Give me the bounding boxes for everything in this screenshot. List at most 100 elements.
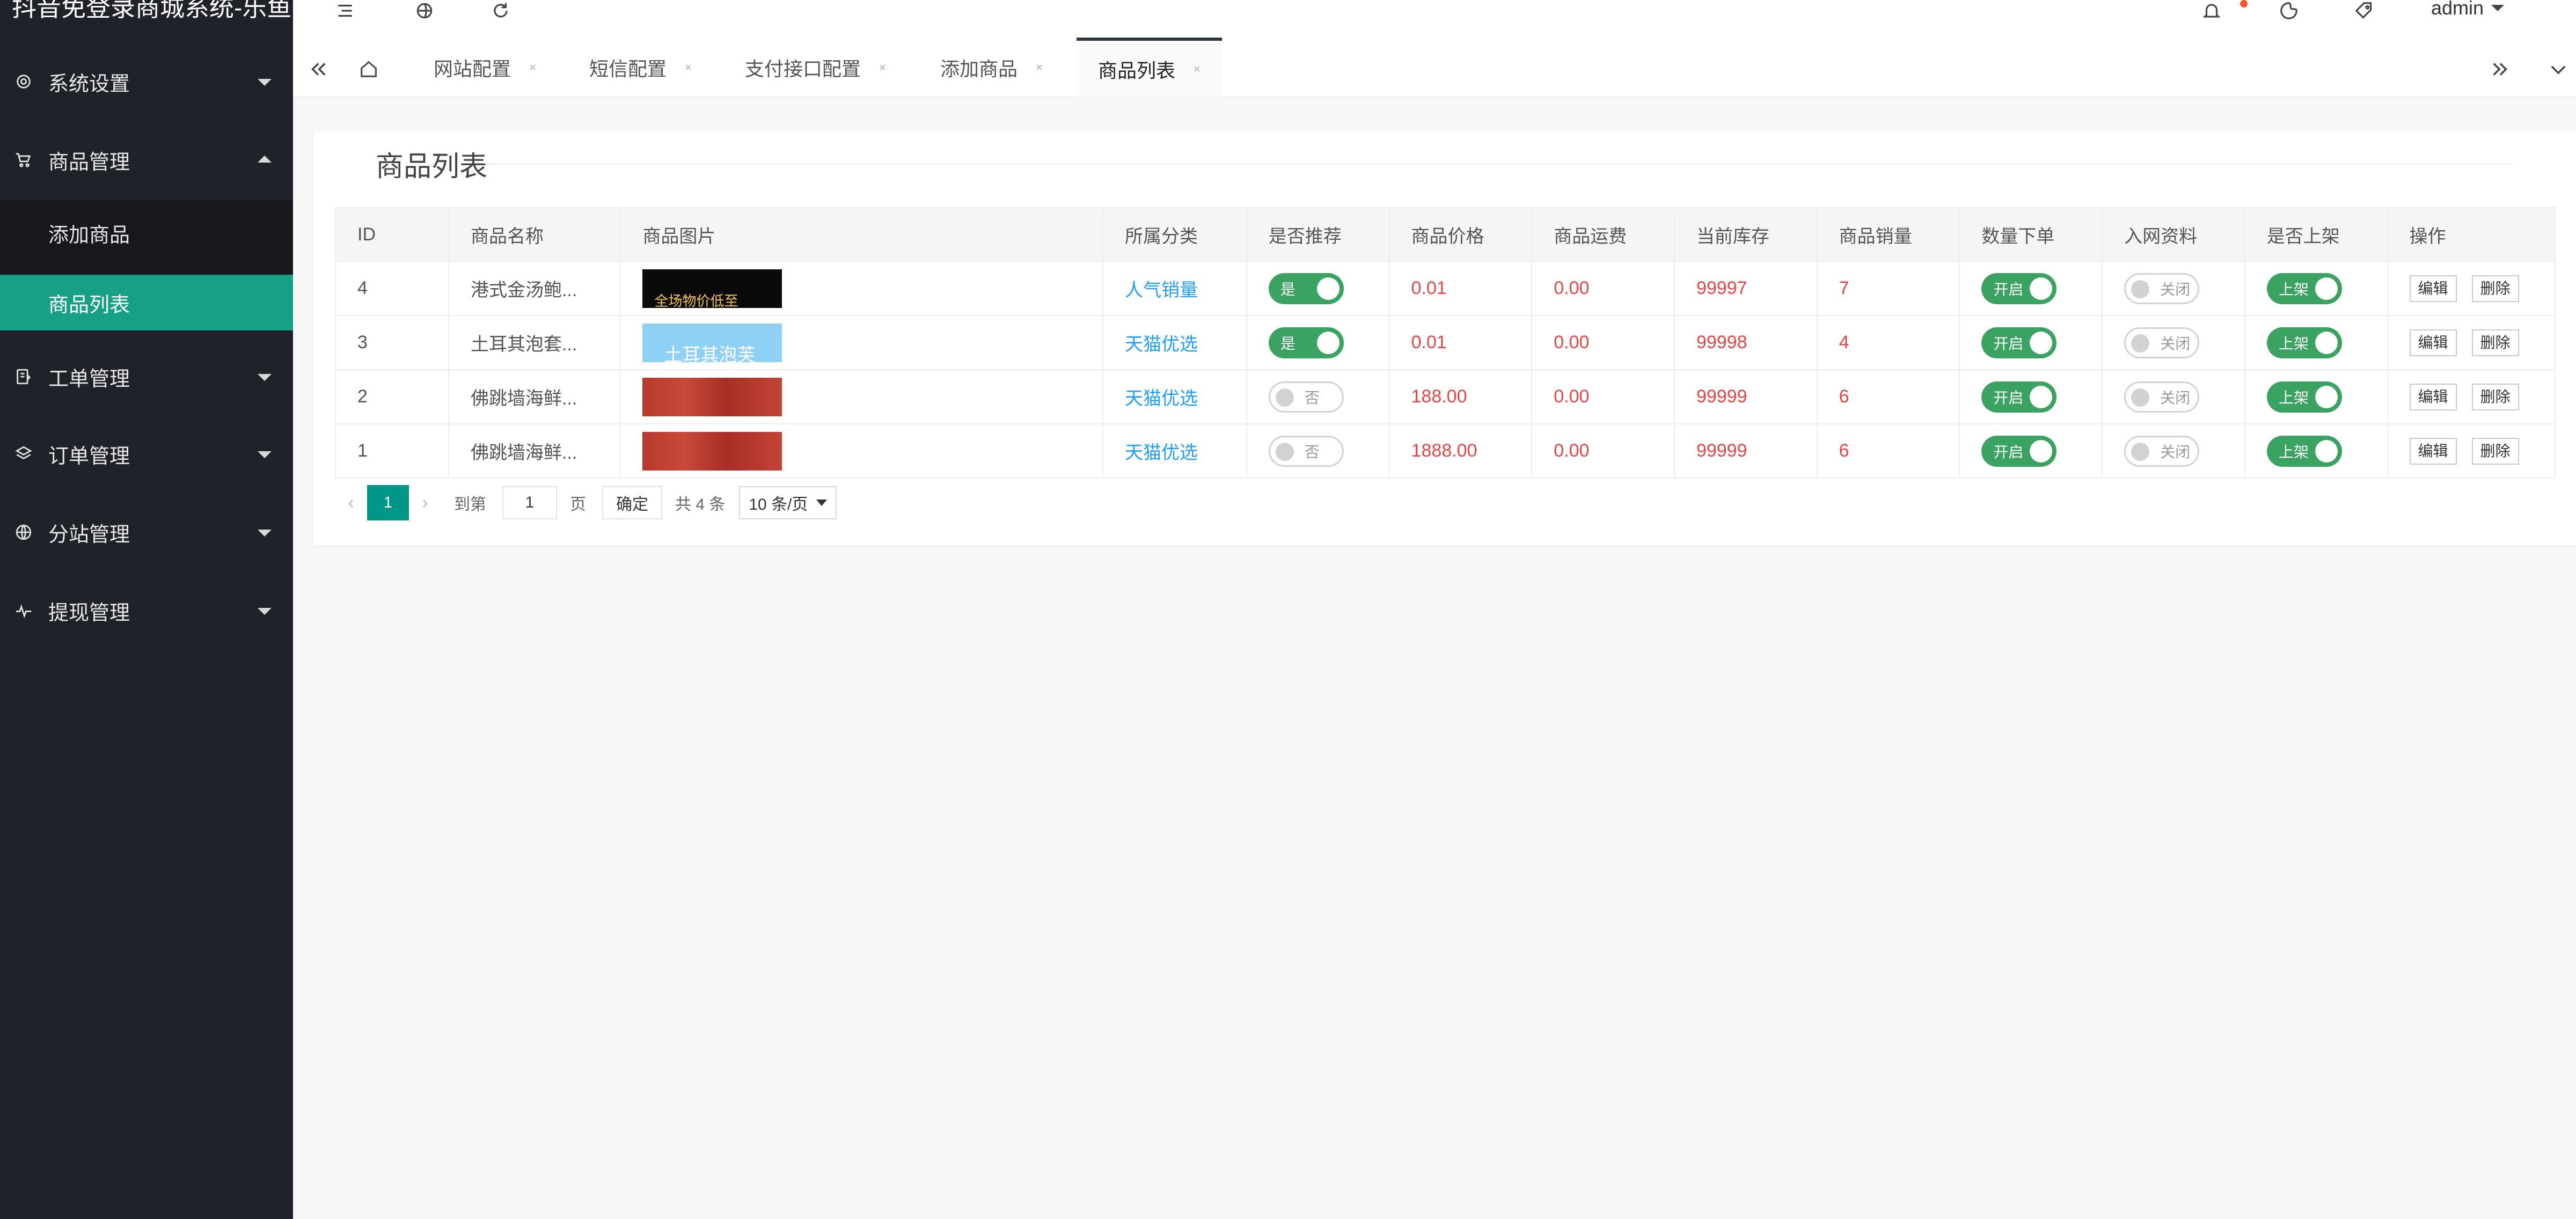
network-switch[interactable]: 关闭 <box>2124 381 2200 413</box>
next-page-icon[interactable]: › <box>409 493 441 513</box>
close-icon[interactable]: × <box>685 61 692 75</box>
column-header[interactable]: 是否上架 <box>2244 207 2388 262</box>
recommend-switch[interactable]: 否 <box>1268 435 1344 467</box>
column-header[interactable]: 商品价格 <box>1388 207 1533 262</box>
close-icon[interactable]: × <box>1194 62 1201 76</box>
tab-payment-config[interactable]: 支付接口配置 × <box>745 38 886 98</box>
tab-label: 短信配置 <box>589 58 667 80</box>
edit-button[interactable]: 编辑 <box>2409 329 2457 356</box>
delete-button[interactable]: 删除 <box>2471 383 2519 410</box>
delete-button[interactable]: 删除 <box>2471 275 2519 302</box>
switch-label: 关闭 <box>2160 443 2191 460</box>
column-header[interactable]: ID <box>335 207 449 262</box>
cell-category[interactable]: 人气销量 <box>1102 261 1247 316</box>
column-header[interactable]: 商品销量 <box>1816 207 1960 262</box>
qty-order-switch[interactable]: 开启 <box>1981 435 2057 467</box>
column-header[interactable]: 数量下单 <box>1959 207 2103 262</box>
page-unit-label: 页 <box>570 496 586 513</box>
delete-button[interactable]: 删除 <box>2471 437 2519 465</box>
qty-order-switch[interactable]: 开启 <box>1981 381 2057 413</box>
submenu-item-product-list[interactable]: 商品列表 <box>0 275 293 331</box>
recommend-switch[interactable]: 否 <box>1268 381 1344 413</box>
onsale-switch[interactable]: 上架 <box>2266 273 2342 304</box>
sidebar-item-substation-management[interactable]: 分站管理 <box>0 500 293 564</box>
qty-order-switch[interactable]: 开启 <box>1981 273 2057 304</box>
sidebar: 抖音免登录商城系统-乐鱼 系统设置 商品管理 添加商品 商品列表 工单管理 订单… <box>0 0 293 1219</box>
tag-icon[interactable] <box>2351 0 2377 21</box>
delete-button[interactable]: 删除 <box>2471 329 2519 356</box>
tab-product-list[interactable]: 商品列表 × <box>1077 38 1222 98</box>
column-header[interactable]: 当前库存 <box>1673 207 1818 262</box>
tabs-menu-chevron-icon[interactable] <box>2545 56 2572 83</box>
column-header[interactable]: 商品图片 <box>620 207 1104 262</box>
recommend-switch[interactable]: 是 <box>1268 327 1344 358</box>
edit-button[interactable]: 编辑 <box>2409 437 2457 465</box>
onsale-switch[interactable]: 上架 <box>2266 435 2342 467</box>
cell-category[interactable]: 天猫优选 <box>1102 315 1247 370</box>
page-size-select[interactable]: 10 条/页 <box>739 486 837 519</box>
column-header[interactable]: 是否推荐 <box>1246 207 1390 262</box>
recommend-switch[interactable]: 是 <box>1268 273 1344 304</box>
confirm-page-button[interactable]: 确定 <box>602 486 662 519</box>
tab-add-product[interactable]: 添加商品 × <box>940 38 1043 98</box>
close-icon[interactable]: × <box>1036 61 1043 75</box>
column-header[interactable]: 操作 <box>2387 207 2556 262</box>
cell-shipping: 0.00 <box>1531 261 1675 316</box>
switch-label: 开启 <box>1993 281 2024 298</box>
cell-qty-order: 开启 <box>1959 315 2103 370</box>
onsale-switch[interactable]: 上架 <box>2266 381 2342 413</box>
close-icon[interactable]: × <box>879 61 886 75</box>
column-header[interactable]: 商品名称 <box>448 207 621 262</box>
sidebar-item-ticket-management[interactable]: 工单管理 <box>0 344 293 409</box>
product-thumbnail[interactable]: 全场物价低至 <box>642 269 782 308</box>
cell-name: 佛跳墙海鲜... <box>448 423 621 479</box>
user-menu[interactable]: admin <box>2431 0 2505 19</box>
tabs-scroll-left-icon[interactable] <box>305 56 332 83</box>
sidebar-item-withdrawal-management[interactable]: 提现管理 <box>0 578 293 643</box>
prev-page-icon[interactable]: ‹ <box>335 493 367 513</box>
switch-label: 上架 <box>2278 335 2309 352</box>
network-switch[interactable]: 关闭 <box>2124 273 2200 304</box>
cell-sales: 6 <box>1816 369 1960 424</box>
goto-page-input[interactable]: 1 <box>502 486 557 519</box>
current-page[interactable]: 1 <box>367 485 409 520</box>
product-thumbnail[interactable] <box>642 377 782 416</box>
product-thumbnail[interactable] <box>642 431 782 471</box>
bell-icon[interactable] <box>2198 0 2225 21</box>
qty-order-switch[interactable]: 开启 <box>1981 327 2057 358</box>
switch-knob <box>2315 439 2338 462</box>
tab-sms-config[interactable]: 短信配置 × <box>589 38 692 98</box>
theme-icon[interactable] <box>2275 0 2302 21</box>
menu-toggle-icon[interactable] <box>332 0 358 21</box>
onsale-switch[interactable]: 上架 <box>2266 327 2342 358</box>
tabs-scroll-right-icon[interactable] <box>2487 56 2514 83</box>
column-header[interactable]: 入网资料 <box>2102 207 2245 262</box>
home-tab-icon[interactable] <box>355 56 382 83</box>
network-switch[interactable]: 关闭 <box>2124 327 2200 358</box>
tab-site-config[interactable]: 网站配置 × <box>434 38 536 98</box>
switch-label: 关闭 <box>2160 281 2191 298</box>
cell-category[interactable]: 天猫优选 <box>1102 369 1247 424</box>
cell-category[interactable]: 天猫优选 <box>1102 423 1247 479</box>
submenu-item-add-product[interactable]: 添加商品 <box>0 205 293 261</box>
product-thumbnail[interactable]: 土耳其泡芙 <box>642 323 782 362</box>
website-icon[interactable] <box>411 0 438 21</box>
cell-qty-order: 开启 <box>1959 423 2103 479</box>
sidebar-item-product-management[interactable]: 商品管理 <box>0 128 293 192</box>
sidebar-item-order-management[interactable]: 订单管理 <box>0 422 293 486</box>
column-header[interactable]: 商品运费 <box>1531 207 1675 262</box>
close-icon[interactable]: × <box>529 61 536 75</box>
cell-network: 关闭 <box>2102 369 2245 424</box>
cell-sales: 4 <box>1816 315 1960 370</box>
refresh-icon[interactable] <box>487 0 514 21</box>
cell-id: 2 <box>335 369 449 424</box>
network-switch[interactable]: 关闭 <box>2124 435 2200 467</box>
edit-button[interactable]: 编辑 <box>2409 275 2457 302</box>
sidebar-item-system-settings[interactable]: 系统设置 <box>0 49 293 114</box>
tabs-bar: 网站配置 × 短信配置 × 支付接口配置 × 添加商品 × 商品列表 × <box>293 38 2576 98</box>
edit-button[interactable]: 编辑 <box>2409 383 2457 410</box>
thumbnail-text: 土耳其泡芙 <box>664 344 756 362</box>
cell-onsale: 上架 <box>2244 315 2388 370</box>
column-header[interactable]: 所属分类 <box>1102 207 1247 262</box>
tab-label: 支付接口配置 <box>745 58 861 80</box>
